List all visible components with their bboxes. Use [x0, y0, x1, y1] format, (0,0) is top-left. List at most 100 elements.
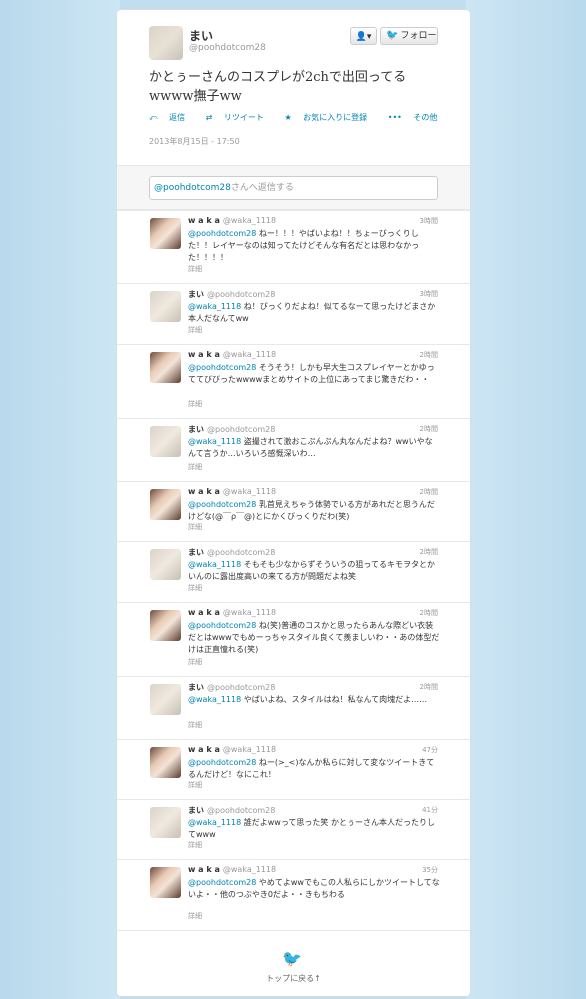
reply-time[interactable]: 2時間 — [420, 682, 438, 692]
reply-mention-link[interactable]: @poohdotcom28 — [188, 363, 256, 372]
reply-author-name: w a k a — [188, 865, 220, 874]
reply-time[interactable]: 2時間 — [420, 487, 438, 497]
author-handle[interactable]: @poohdotcom28 — [189, 43, 266, 53]
avatar[interactable] — [150, 352, 181, 383]
reply-time[interactable]: 2時間 — [420, 608, 438, 618]
avatar[interactable] — [150, 218, 181, 249]
reply-author-name: w a k a — [188, 216, 220, 225]
list-item[interactable]: w a k a @waka_1118 2時間 @poohdotcom28 乳首見えちゃ… — [117, 481, 470, 541]
list-item[interactable]: w a k a @waka_1118 3時間 @poohdotcom28 ねー！！！や… — [117, 210, 470, 283]
reply-mention-link[interactable]: @waka_1118 — [188, 695, 241, 704]
tweet-text: かとぅーさんのコスプレが2chで出回ってるwwww撫子ww — [149, 70, 407, 104]
reply-time[interactable]: 3時間 — [420, 289, 438, 299]
detail-link[interactable]: 詳細 — [188, 399, 202, 409]
list-item[interactable]: まい @poohdotcom28 2時間 @waka_1118 盗撮されて激おこぷんぷ… — [117, 418, 470, 481]
reply-mention-link[interactable]: @waka_1118 — [188, 437, 241, 446]
detail-link[interactable]: 詳細 — [188, 583, 202, 593]
detail-link[interactable]: 詳細 — [188, 325, 202, 335]
avatar[interactable] — [150, 867, 181, 898]
detail-link[interactable]: 詳細 — [188, 522, 202, 532]
reply-input[interactable]: @poohdotcom28さんへ返信する — [149, 176, 438, 200]
retweet-action[interactable]: ⇄ リツイート — [206, 113, 273, 122]
avatar[interactable] — [150, 426, 181, 457]
reply-time[interactable]: 3時間 — [420, 216, 438, 226]
list-item[interactable]: まい @poohdotcom28 2時間 @waka_1118 そもそも少なからずそう… — [117, 541, 470, 602]
reply-time[interactable]: 41分 — [422, 805, 438, 815]
reply-author[interactable]: w a k a @waka_1118 — [188, 608, 276, 617]
avatar[interactable] — [150, 549, 181, 580]
reply-author-handle: @poohdotcom28 — [207, 683, 276, 692]
reply-text: @poohdotcom28 乳首見えちゃう体勢でいる方があれだと思うんだけどな(… — [188, 499, 440, 523]
avatar[interactable] — [150, 489, 181, 520]
avatar[interactable] — [150, 747, 181, 778]
more-action[interactable]: ••• その他 — [388, 113, 447, 122]
detail-link[interactable]: 詳細 — [188, 462, 202, 472]
reply-time[interactable]: 2時間 — [420, 350, 438, 360]
reply-mention-link[interactable]: @waka_1118 — [188, 302, 241, 311]
reply-time[interactable]: 47分 — [422, 745, 438, 755]
back-to-top-link[interactable]: トップに戻る↑ — [117, 973, 470, 984]
tweet-date[interactable]: 2013年8月15日 - 17:50 — [149, 136, 240, 147]
detail-link[interactable]: 詳細 — [188, 780, 202, 790]
detail-link[interactable]: 詳細 — [188, 657, 202, 667]
favorite-action[interactable]: ★ お気に入りに登録 — [284, 113, 376, 122]
reply-text: @poohdotcom28 ねー！！！やばいよね！！ちょーびっくりした！！レイヤ… — [188, 228, 440, 264]
reply-author-name: まい — [188, 683, 204, 692]
detail-link[interactable]: 詳細 — [188, 840, 202, 850]
reply-author-name: w a k a — [188, 608, 220, 617]
reply-author-handle: @waka_1118 — [222, 487, 277, 496]
reply-author[interactable]: まい @poohdotcom28 — [188, 289, 275, 300]
list-item[interactable]: まい @poohdotcom28 2時間 @waka_1118 やばいよね、スタイルは… — [117, 676, 470, 739]
reply-mention-link[interactable]: @poohdotcom28 — [188, 878, 256, 887]
avatar[interactable] — [149, 26, 183, 60]
reply-mention-link[interactable]: @waka_1118 — [188, 560, 241, 569]
reply-author-handle: @poohdotcom28 — [207, 548, 276, 557]
list-item[interactable]: w a k a @waka_1118 35分 @poohdotcom28 やめてよww… — [117, 859, 470, 930]
reply-mention-link[interactable]: @poohdotcom28 — [188, 621, 256, 630]
list-item[interactable]: まい @poohdotcom28 41分 @waka_1118 誰だよwwって思った笑… — [117, 799, 470, 859]
reply-mention-link[interactable]: @waka_1118 — [188, 818, 241, 827]
reply-text: @poohdotcom28 そうそう！しかも早大生コスプレイヤーとかゆっててびび… — [188, 362, 440, 386]
detail-link[interactable]: 詳細 — [188, 720, 202, 730]
follow-button[interactable]: 🐦 フォロー — [380, 27, 438, 45]
reply-author-name: w a k a — [188, 487, 220, 496]
reply-author-name: まい — [188, 806, 204, 815]
twitter-bird-icon: 🐦 — [282, 949, 302, 968]
detail-link[interactable]: 詳細 — [188, 911, 202, 921]
reply-author[interactable]: まい @poohdotcom28 — [188, 805, 275, 816]
reply-text: @poohdotcom28 やめてよwwでもこの人私らにしかツイートしてないよ・… — [188, 877, 440, 901]
reply-time[interactable]: 35分 — [422, 865, 438, 875]
twitter-bird-icon: 🐦 — [386, 30, 399, 41]
reply-author[interactable]: まい @poohdotcom28 — [188, 682, 275, 693]
avatar[interactable] — [150, 610, 181, 641]
reply-mention-link[interactable]: @poohdotcom28 — [188, 758, 256, 767]
tweet-header: まい @poohdotcom28 👤▾ 🐦 フォロー かとぅーさんのコスプレが2c… — [117, 10, 470, 165]
reply-author-handle: @waka_1118 — [222, 745, 277, 754]
reply-time[interactable]: 2時間 — [420, 424, 438, 434]
reply-author[interactable]: まい @poohdotcom28 — [188, 547, 275, 558]
user-actions-button[interactable]: 👤▾ — [350, 27, 377, 45]
reply-author-name: まい — [188, 548, 204, 557]
list-item[interactable]: w a k a @waka_1118 2時間 @poohdotcom28 ね(笑)普通… — [117, 602, 470, 676]
author-name[interactable]: まい — [189, 27, 213, 44]
reply-author[interactable]: w a k a @waka_1118 — [188, 865, 276, 874]
reply-mention-link[interactable]: @poohdotcom28 — [188, 229, 256, 238]
reply-author[interactable]: w a k a @waka_1118 — [188, 487, 276, 496]
reply-author[interactable]: まい @poohdotcom28 — [188, 424, 275, 435]
list-item[interactable]: w a k a @waka_1118 47分 @poohdotcom28 ねー(>_<… — [117, 739, 470, 799]
reply-time[interactable]: 2時間 — [420, 547, 438, 557]
reply-author-name: w a k a — [188, 350, 220, 359]
avatar[interactable] — [150, 291, 181, 322]
reply-author-handle: @waka_1118 — [222, 608, 277, 617]
detail-link[interactable]: 詳細 — [188, 264, 202, 274]
avatar[interactable] — [150, 807, 181, 838]
avatar[interactable] — [150, 684, 181, 715]
list-item[interactable]: まい @poohdotcom28 3時間 @waka_1118 ね！びっくりだよね！似… — [117, 283, 470, 344]
reply-author-handle: @waka_1118 — [222, 865, 277, 874]
list-item[interactable]: w a k a @waka_1118 2時間 @poohdotcom28 そうそう！し… — [117, 344, 470, 418]
reply-author[interactable]: w a k a @waka_1118 — [188, 745, 276, 754]
reply-mention-link[interactable]: @poohdotcom28 — [188, 500, 256, 509]
reply-action[interactable]: ⤺ 返信 — [149, 113, 194, 122]
reply-author[interactable]: w a k a @waka_1118 — [188, 216, 276, 225]
reply-author[interactable]: w a k a @waka_1118 — [188, 350, 276, 359]
